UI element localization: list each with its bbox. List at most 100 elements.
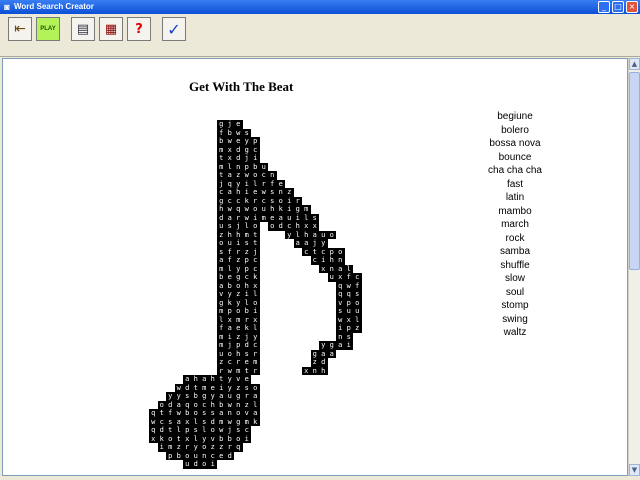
view-puzzle-button[interactable]: ▤	[71, 17, 95, 41]
grid-letter: z	[208, 443, 217, 452]
grid-letter: l	[251, 400, 260, 409]
scroll-down-arrow-icon[interactable]: ▼	[629, 464, 640, 476]
word-list-item: soul	[505, 286, 525, 298]
grid-letter: a	[293, 239, 302, 248]
grid-letter: d	[217, 213, 226, 222]
grid-letter: n	[336, 332, 345, 341]
exit-door-button[interactable]: ⇤	[8, 17, 32, 41]
grid-letter: m	[217, 162, 226, 171]
grid-letter: w	[225, 417, 234, 426]
grid-letter: x	[149, 434, 158, 443]
grid-letter: n	[234, 400, 243, 409]
view-grid-button[interactable]: ▦	[99, 17, 123, 41]
grid-letter: e	[234, 324, 243, 333]
grid-letter: c	[157, 417, 166, 426]
grid-letter: p	[166, 451, 175, 460]
grid-letter: c	[234, 196, 243, 205]
grid-letter: n	[200, 451, 209, 460]
grid-letter: m	[234, 315, 243, 324]
grid-letter: e	[242, 358, 251, 367]
grid-letter: c	[242, 426, 251, 435]
grid-letter: g	[234, 417, 243, 426]
grid-letter: m	[251, 358, 260, 367]
grid-letter: a	[310, 230, 319, 239]
grid-letter: b	[217, 434, 226, 443]
grid-letter: o	[327, 230, 336, 239]
grid-letter: j	[225, 120, 234, 129]
done-button[interactable]: ✓	[162, 17, 186, 41]
grid-letter: s	[234, 426, 243, 435]
help-button[interactable]: ?	[127, 17, 151, 41]
grid-letter: x	[183, 434, 192, 443]
grid-letter: b	[191, 392, 200, 401]
grid-letter: p	[242, 264, 251, 273]
grid-letter: b	[217, 273, 226, 282]
grid-letter: y	[225, 383, 234, 392]
grid-letter: y	[225, 375, 234, 384]
grid-letter: r	[217, 366, 226, 375]
grid-letter: g	[327, 341, 336, 350]
grid-letter: l	[251, 324, 260, 333]
grid-letter: h	[302, 230, 311, 239]
grid-letter: h	[234, 230, 243, 239]
grid-letter: m	[217, 417, 226, 426]
grid-letter: j	[242, 154, 251, 163]
grid-letter: c	[285, 222, 294, 231]
grid-letter: l	[174, 426, 183, 435]
grid-letter: y	[208, 392, 217, 401]
grid-letter: s	[336, 307, 345, 316]
grid-letter: t	[242, 366, 251, 375]
grid-letter: c	[310, 256, 319, 265]
grid-letter: s	[268, 196, 277, 205]
question-icon: ?	[135, 21, 143, 37]
grid-letter: r	[251, 196, 260, 205]
grid-letter: t	[251, 239, 260, 248]
grid-letter: h	[208, 375, 217, 384]
grid-letter: x	[319, 264, 328, 273]
grid-letter: g	[217, 120, 226, 129]
play-button[interactable]: PLAY	[36, 17, 60, 41]
grid-letter: u	[259, 162, 268, 171]
grid-letter: o	[251, 298, 260, 307]
maximize-button[interactable]: □	[612, 1, 624, 13]
grid-letter: y	[285, 230, 294, 239]
scroll-up-arrow-icon[interactable]: ▲	[629, 58, 640, 70]
grid-letter: r	[251, 349, 260, 358]
grid-letter: w	[336, 315, 345, 324]
grid-letter: f	[344, 273, 353, 282]
grid-letter: a	[225, 171, 234, 180]
grid-letter: x	[251, 281, 260, 290]
scrollbar-thumb[interactable]	[629, 72, 640, 270]
grid-letter: t	[174, 434, 183, 443]
grid-letter: e	[276, 179, 285, 188]
grid-letter: p	[251, 137, 260, 146]
grid-letter: i	[208, 460, 217, 469]
grid-letter: s	[217, 247, 226, 256]
minimize-button[interactable]: _	[598, 1, 610, 13]
word-list-item: bounce	[498, 151, 532, 163]
grid-letter: a	[336, 341, 345, 350]
grid-letter: m	[259, 213, 268, 222]
grid-letter: s	[344, 332, 353, 341]
close-button[interactable]: ×	[626, 1, 638, 13]
grid-letter: o	[234, 409, 243, 418]
grid-letter: y	[319, 341, 328, 350]
grid-letter: y	[234, 179, 243, 188]
grid-letter: w	[174, 409, 183, 418]
document-icon: ▤	[76, 21, 90, 37]
grid-letter: h	[234, 349, 243, 358]
grid-letter: t	[157, 409, 166, 418]
grid-letter: y	[225, 290, 234, 299]
grid-letter: s	[191, 426, 200, 435]
grid-letter: b	[251, 162, 260, 171]
grid-letter: o	[200, 460, 209, 469]
grid-letter: x	[302, 222, 311, 231]
grid-letter: p	[327, 247, 336, 256]
grid-letter: o	[234, 281, 243, 290]
grid-letter: s	[242, 128, 251, 137]
vertical-scrollbar[interactable]: ▲ ▼	[628, 58, 640, 476]
grid-letter: n	[234, 162, 243, 171]
grid-letter: f	[353, 281, 362, 290]
grid-letter: u	[353, 307, 362, 316]
grid-letter: s	[242, 239, 251, 248]
